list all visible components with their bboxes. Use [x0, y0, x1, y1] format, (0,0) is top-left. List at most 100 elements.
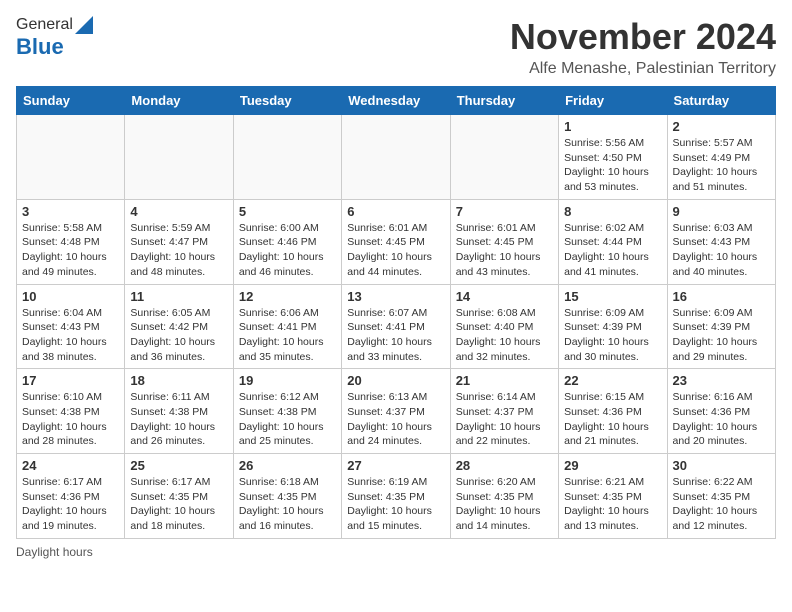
day-number: 12: [239, 289, 336, 304]
calendar-weekday-header: Monday: [125, 87, 233, 115]
calendar-cell: 21 Sunrise: 6:14 AMSunset: 4:37 PMDayligh…: [450, 369, 558, 454]
day-info: Sunrise: 6:06 AMSunset: 4:41 PMDaylight:…: [239, 306, 336, 365]
calendar-week-row: 10 Sunrise: 6:04 AMSunset: 4:43 PMDayligh…: [17, 284, 776, 369]
day-number: 2: [673, 119, 770, 134]
day-info: Sunrise: 6:21 AMSunset: 4:35 PMDaylight:…: [564, 475, 661, 534]
day-info: Sunrise: 6:17 AMSunset: 4:36 PMDaylight:…: [22, 475, 119, 534]
calendar-weekday-header: Friday: [559, 87, 667, 115]
day-number: 20: [347, 373, 444, 388]
calendar-cell: 10 Sunrise: 6:04 AMSunset: 4:43 PMDayligh…: [17, 284, 125, 369]
day-info: Sunrise: 6:04 AMSunset: 4:43 PMDaylight:…: [22, 306, 119, 365]
calendar-cell: 23Sunrise: 6:16 AMSunset: 4:36 PMDayligh…: [667, 369, 775, 454]
day-info: Sunrise: 6:01 AMSunset: 4:45 PMDaylight:…: [347, 221, 444, 280]
day-number: 6: [347, 204, 444, 219]
calendar-cell: 25 Sunrise: 6:17 AMSunset: 4:35 PMDayligh…: [125, 454, 233, 539]
day-info: Sunrise: 6:17 AMSunset: 4:35 PMDaylight:…: [130, 475, 227, 534]
day-number: 9: [673, 204, 770, 219]
calendar-cell: 17Sunrise: 6:10 AMSunset: 4:38 PMDayligh…: [17, 369, 125, 454]
calendar-cell: [342, 115, 450, 200]
day-number: 23: [673, 373, 770, 388]
day-info: Sunrise: 5:59 AMSunset: 4:47 PMDaylight:…: [130, 221, 227, 280]
calendar-cell: 27 Sunrise: 6:19 AMSunset: 4:35 PMDayligh…: [342, 454, 450, 539]
day-info: Sunrise: 6:22 AMSunset: 4:35 PMDaylight:…: [673, 475, 770, 534]
day-info: Sunrise: 6:03 AMSunset: 4:43 PMDaylight:…: [673, 221, 770, 280]
day-number: 1: [564, 119, 661, 134]
day-number: 17: [22, 373, 119, 388]
calendar-weekday-header: Wednesday: [342, 87, 450, 115]
calendar-cell: 13Sunrise: 6:07 AMSunset: 4:41 PMDayligh…: [342, 284, 450, 369]
day-number: 3: [22, 204, 119, 219]
day-info: Sunrise: 6:01 AMSunset: 4:45 PMDaylight:…: [456, 221, 553, 280]
calendar-cell: 29Sunrise: 6:21 AMSunset: 4:35 PMDayligh…: [559, 454, 667, 539]
day-info: Sunrise: 6:09 AMSunset: 4:39 PMDaylight:…: [564, 306, 661, 365]
day-number: 21: [456, 373, 553, 388]
day-number: 22: [564, 373, 661, 388]
calendar-cell: [450, 115, 558, 200]
day-info: Sunrise: 6:05 AMSunset: 4:42 PMDaylight:…: [130, 306, 227, 365]
calendar-header-row: SundayMondayTuesdayWednesdayThursdayFrid…: [17, 87, 776, 115]
calendar-cell: 18 Sunrise: 6:11 AMSunset: 4:38 PMDayligh…: [125, 369, 233, 454]
logo-blue-text: Blue: [16, 34, 64, 60]
logo: General Blue: [16, 16, 93, 60]
calendar-week-row: 17Sunrise: 6:10 AMSunset: 4:38 PMDayligh…: [17, 369, 776, 454]
month-title: November 2024: [510, 16, 776, 58]
day-number: 16: [673, 289, 770, 304]
calendar-cell: 14 Sunrise: 6:08 AMSunset: 4:40 PMDayligh…: [450, 284, 558, 369]
day-number: 11: [130, 289, 227, 304]
day-number: 5: [239, 204, 336, 219]
day-info: Sunrise: 6:08 AMSunset: 4:40 PMDaylight:…: [456, 306, 553, 365]
day-number: 10: [22, 289, 119, 304]
day-info: Sunrise: 6:18 AMSunset: 4:35 PMDaylight:…: [239, 475, 336, 534]
calendar-cell: 20 Sunrise: 6:13 AMSunset: 4:37 PMDayligh…: [342, 369, 450, 454]
day-info: Sunrise: 6:14 AMSunset: 4:37 PMDaylight:…: [456, 390, 553, 449]
calendar-cell: [233, 115, 341, 200]
calendar-week-row: 1 Sunrise: 5:56 AMSunset: 4:50 PMDaylight…: [17, 115, 776, 200]
day-number: 8: [564, 204, 661, 219]
calendar-cell: 9 Sunrise: 6:03 AMSunset: 4:43 PMDaylight…: [667, 199, 775, 284]
day-info: Sunrise: 5:56 AMSunset: 4:50 PMDaylight:…: [564, 136, 661, 195]
calendar-cell: 15 Sunrise: 6:09 AMSunset: 4:39 PMDayligh…: [559, 284, 667, 369]
calendar-weekday-header: Thursday: [450, 87, 558, 115]
calendar-cell: 26 Sunrise: 6:18 AMSunset: 4:35 PMDayligh…: [233, 454, 341, 539]
calendar-cell: 22Sunrise: 6:15 AMSunset: 4:36 PMDayligh…: [559, 369, 667, 454]
day-number: 24: [22, 458, 119, 473]
day-info: Sunrise: 6:13 AMSunset: 4:37 PMDaylight:…: [347, 390, 444, 449]
day-number: 27: [347, 458, 444, 473]
footer-note: Daylight hours: [16, 545, 776, 559]
day-info: Sunrise: 6:20 AMSunset: 4:35 PMDaylight:…: [456, 475, 553, 534]
day-number: 15: [564, 289, 661, 304]
day-number: 19: [239, 373, 336, 388]
calendar-cell: 19 Sunrise: 6:12 AMSunset: 4:38 PMDayligh…: [233, 369, 341, 454]
day-info: Sunrise: 6:11 AMSunset: 4:38 PMDaylight:…: [130, 390, 227, 449]
calendar-cell: [125, 115, 233, 200]
day-number: 14: [456, 289, 553, 304]
day-info: Sunrise: 5:58 AMSunset: 4:48 PMDaylight:…: [22, 221, 119, 280]
calendar-cell: 16Sunrise: 6:09 AMSunset: 4:39 PMDayligh…: [667, 284, 775, 369]
day-number: 4: [130, 204, 227, 219]
calendar-cell: 6 Sunrise: 6:01 AMSunset: 4:45 PMDaylight…: [342, 199, 450, 284]
calendar-weekday-header: Tuesday: [233, 87, 341, 115]
calendar-cell: [17, 115, 125, 200]
calendar-table: SundayMondayTuesdayWednesdayThursdayFrid…: [16, 86, 776, 539]
day-number: 13: [347, 289, 444, 304]
calendar-weekday-header: Sunday: [17, 87, 125, 115]
day-number: 30: [673, 458, 770, 473]
calendar-cell: 30 Sunrise: 6:22 AMSunset: 4:35 PMDayligh…: [667, 454, 775, 539]
day-info: Sunrise: 6:00 AMSunset: 4:46 PMDaylight:…: [239, 221, 336, 280]
day-number: 18: [130, 373, 227, 388]
calendar-cell: 12 Sunrise: 6:06 AMSunset: 4:41 PMDayligh…: [233, 284, 341, 369]
calendar-week-row: 24 Sunrise: 6:17 AMSunset: 4:36 PMDayligh…: [17, 454, 776, 539]
day-info: Sunrise: 6:19 AMSunset: 4:35 PMDaylight:…: [347, 475, 444, 534]
calendar-cell: 11 Sunrise: 6:05 AMSunset: 4:42 PMDayligh…: [125, 284, 233, 369]
location-title: Alfe Menashe, Palestinian Territory: [510, 60, 776, 78]
title-block: November 2024 Alfe Menashe, Palestinian …: [510, 16, 776, 78]
calendar-week-row: 3 Sunrise: 5:58 AMSunset: 4:48 PMDaylight…: [17, 199, 776, 284]
day-info: Sunrise: 5:57 AMSunset: 4:49 PMDaylight:…: [673, 136, 770, 195]
day-info: Sunrise: 6:12 AMSunset: 4:38 PMDaylight:…: [239, 390, 336, 449]
day-number: 25: [130, 458, 227, 473]
page-header: General Blue November 2024 Alfe Menashe,…: [16, 16, 776, 78]
day-number: 26: [239, 458, 336, 473]
calendar-cell: 1 Sunrise: 5:56 AMSunset: 4:50 PMDaylight…: [559, 115, 667, 200]
calendar-cell: 24 Sunrise: 6:17 AMSunset: 4:36 PMDayligh…: [17, 454, 125, 539]
logo-triangle-icon: [75, 16, 93, 34]
